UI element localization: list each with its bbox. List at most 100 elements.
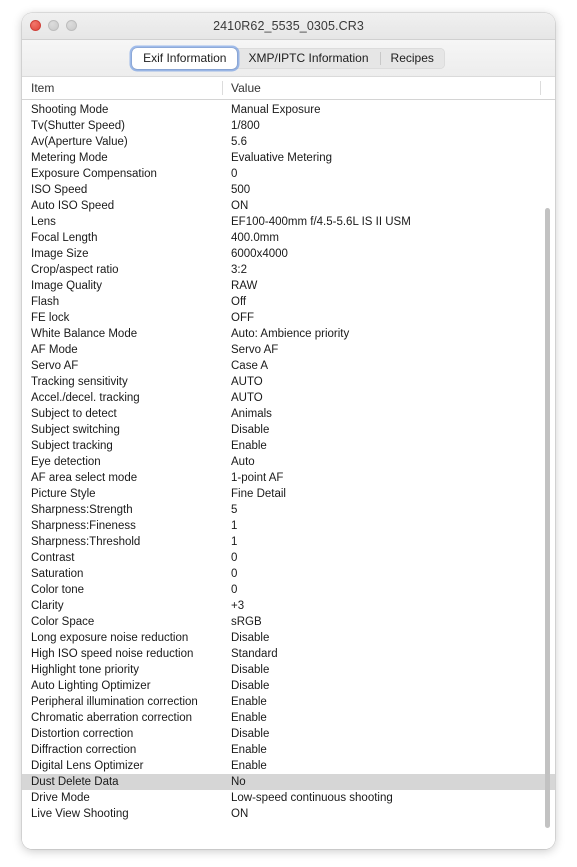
table-row[interactable]: Sharpness:Strength 5 [22, 502, 555, 518]
table-row[interactable]: AF Mode Servo AF [22, 342, 555, 358]
table-cell-value: Evaluative Metering [231, 152, 332, 164]
table-cell-item: Dust Delete Data [31, 776, 119, 788]
table-row[interactable]: Lens EF100-400mm f/4.5-5.6L IS II USM [22, 214, 555, 230]
column-divider-2[interactable] [540, 81, 541, 95]
table-cell-value: 0 [231, 584, 238, 596]
table-row[interactable]: Subject switching Disable [22, 422, 555, 438]
table-cell-item: Color Space [31, 616, 95, 628]
table-row[interactable]: Eye detection Auto [22, 454, 555, 470]
table-row[interactable]: Peripheral illumination correction Enable [22, 694, 555, 710]
table-cell-value: +3 [231, 600, 245, 612]
table-cell-value: Auto: Ambience priority [231, 328, 350, 340]
table-row[interactable]: Tv(Shutter Speed) 1/800 [22, 118, 555, 134]
table-row[interactable]: Auto Lighting Optimizer Disable [22, 678, 555, 694]
minimize-button[interactable] [48, 20, 59, 31]
table-row[interactable]: Saturation 0 [22, 566, 555, 582]
table-cell-item: Highlight tone priority [31, 664, 140, 676]
table-cell-value: Auto [231, 456, 255, 468]
column-header-item[interactable]: Item [22, 77, 222, 99]
table-cell-item: Servo AF [31, 360, 79, 372]
table-cell-value: Enable [231, 760, 267, 772]
maximize-button[interactable] [66, 20, 77, 31]
table-row[interactable]: Chromatic aberration correction Enable [22, 710, 555, 726]
table-cell-value: Fine Detail [231, 488, 286, 500]
table-row[interactable]: Subject tracking Enable [22, 438, 555, 454]
exif-info-window: 2410R62_5535_0305.CR3 Exif Information X… [22, 13, 555, 849]
table-cell-item: Image Size [31, 248, 89, 260]
close-button[interactable] [30, 20, 41, 31]
table-cell-value: Off [231, 296, 247, 308]
table-row[interactable]: Color tone 0 [22, 582, 555, 598]
screen: 2410R62_5535_0305.CR3 Exif Information X… [0, 0, 577, 867]
table-cell-item: Sharpness:Threshold [31, 536, 141, 548]
table-row[interactable]: Long exposure noise reduction Disable [22, 630, 555, 646]
table-row[interactable]: Tracking sensitivity AUTO [22, 374, 555, 390]
table-row[interactable]: Digital Lens Optimizer Enable [22, 758, 555, 774]
table-row[interactable]: Crop/aspect ratio 3:2 [22, 262, 555, 278]
table-cell-item: Auto ISO Speed [31, 200, 115, 212]
table-row[interactable]: Contrast 0 [22, 550, 555, 566]
table-row[interactable]: AF area select mode 1-point AF [22, 470, 555, 486]
tab-xmp-iptc-information[interactable]: XMP/IPTC Information [237, 48, 379, 69]
table-row[interactable]: Highlight tone priority Disable [22, 662, 555, 678]
scrollbar-thumb[interactable] [545, 208, 550, 828]
table-cell-item: Picture Style [31, 488, 96, 500]
table-row[interactable]: Sharpness:Threshold 1 [22, 534, 555, 550]
table-row[interactable]: Av(Aperture Value) 5.6 [22, 134, 555, 150]
table-cell-value: 1 [231, 520, 238, 532]
table-cell-value: RAW [231, 280, 258, 292]
table-row[interactable]: Sharpness:Fineness 1 [22, 518, 555, 534]
table-row[interactable]: Diffraction correction Enable [22, 742, 555, 758]
table-row[interactable]: Servo AF Case A [22, 358, 555, 374]
table-cell-item: Digital Lens Optimizer [31, 760, 144, 772]
table-row[interactable]: High ISO speed noise reduction Standard [22, 646, 555, 662]
table-cell-value: Servo AF [231, 344, 279, 356]
table-cell-value: OFF [231, 312, 254, 324]
table-cell-value: Disable [231, 728, 270, 740]
table-cell-value: 500 [231, 184, 251, 196]
tab-exif-information[interactable]: Exif Information [132, 47, 238, 69]
table-cell-item: Chromatic aberration correction [31, 712, 193, 724]
table-row[interactable]: Color Space sRGB [22, 614, 555, 630]
table-cell-value: 0 [231, 552, 238, 564]
table-row[interactable]: Subject to detect Animals [22, 406, 555, 422]
table-cell-item: Image Quality [31, 280, 102, 292]
table-cell-item: Live View Shooting [31, 808, 129, 820]
table-cell-item: Sharpness:Strength [31, 504, 133, 516]
table-row[interactable]: Image Size 6000x4000 [22, 246, 555, 262]
table-row[interactable]: Auto ISO Speed ON [22, 198, 555, 214]
tab-recipes[interactable]: Recipes [379, 48, 445, 69]
column-header-value[interactable]: Value [222, 77, 540, 99]
table-cell-item: Subject switching [31, 424, 120, 436]
table-cell-item: FE lock [31, 312, 70, 324]
table-cell-value: Enable [231, 744, 267, 756]
table-row[interactable]: Live View Shooting ON [22, 806, 555, 822]
table-header-row: Item Value [22, 77, 555, 100]
table-row[interactable]: Flash Off [22, 294, 555, 310]
table-row[interactable]: ISO Speed 500 [22, 182, 555, 198]
table-row[interactable]: Dust Delete Data No [22, 774, 555, 790]
table-cell-value: Standard [231, 648, 278, 660]
tab-group: Exif Information XMP/IPTC Information Re… [132, 47, 445, 69]
table-cell-value: Enable [231, 712, 267, 724]
table-row[interactable]: Distortion correction Disable [22, 726, 555, 742]
vertical-scrollbar[interactable] [543, 77, 552, 849]
table-cell-value: Disable [231, 632, 270, 644]
table-row[interactable]: Metering Mode Evaluative Metering [22, 150, 555, 166]
window-titlebar[interactable]: 2410R62_5535_0305.CR3 [22, 13, 555, 40]
table-row[interactable]: Image Quality RAW [22, 278, 555, 294]
table-row[interactable]: FE lock OFF [22, 310, 555, 326]
table-row[interactable]: White Balance Mode Auto: Ambience priorit… [22, 326, 555, 342]
window-title: 2410R62_5535_0305.CR3 [213, 19, 364, 33]
table-row[interactable]: Exposure Compensation 0 [22, 166, 555, 182]
table-cell-value: ON [231, 808, 249, 820]
table-cell-value: No [231, 776, 246, 788]
table-row[interactable]: Picture Style Fine Detail [22, 486, 555, 502]
table-cell-item: Focal Length [31, 232, 98, 244]
table-row[interactable]: Accel./decel. tracking AUTO [22, 390, 555, 406]
table-row[interactable]: Focal Length 400.0mm [22, 230, 555, 246]
table-row[interactable]: Shooting Mode Manual Exposure [22, 102, 555, 118]
table-row[interactable]: Drive Mode Low-speed continuous shooting [22, 790, 555, 806]
table-cell-item: ISO Speed [31, 184, 88, 196]
table-row[interactable]: Clarity +3 [22, 598, 555, 614]
